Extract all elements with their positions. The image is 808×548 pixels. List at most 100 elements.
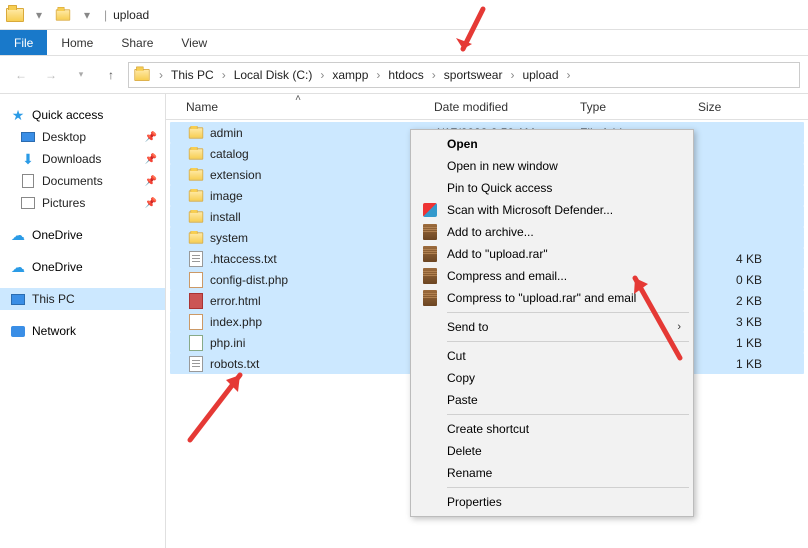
address-bar[interactable]: › This PC › Local Disk (C:) › xampp › ht…: [128, 62, 800, 88]
txt-file-icon: [186, 251, 206, 267]
column-headers: Name˄ Date modified Type Size: [166, 94, 808, 120]
php-file-icon: [186, 314, 206, 330]
chevron-right-icon[interactable]: ›: [374, 68, 382, 82]
file-size: 1 KB: [690, 357, 770, 371]
annotation-arrow: [180, 360, 260, 450]
ctx-open-new-window[interactable]: Open in new window: [413, 155, 691, 177]
crumb-local-disk[interactable]: Local Disk (C:): [230, 68, 317, 82]
nav-pictures[interactable]: Pictures 📌: [0, 192, 165, 214]
chevron-right-icon[interactable]: ›: [318, 68, 326, 82]
folder-icon: [186, 147, 206, 161]
ribbon-tab-home[interactable]: Home: [47, 30, 107, 55]
nav-label: Network: [32, 324, 76, 338]
chevron-right-icon[interactable]: ›: [508, 68, 516, 82]
ribbon-tab-view[interactable]: View: [167, 30, 221, 55]
address-row: ← → ▾ ↑ › This PC › Local Disk (C:) › xa…: [0, 56, 808, 94]
nav-documents[interactable]: Documents 📌: [0, 170, 165, 192]
pin-icon: 📌: [145, 176, 157, 187]
nav-up-button[interactable]: ↑: [98, 62, 124, 88]
crumb-htdocs[interactable]: htdocs: [384, 68, 427, 82]
qat-dropdown[interactable]: ▾: [28, 4, 50, 26]
pin-icon: 📌: [145, 132, 157, 143]
file-name: catalog: [210, 147, 249, 161]
nav-label: OneDrive: [32, 260, 83, 274]
folder-icon: [186, 210, 206, 224]
desktop-icon: [20, 129, 36, 145]
title-separator: |: [104, 8, 107, 22]
crumb-this-pc[interactable]: This PC: [167, 68, 218, 82]
crumb-upload[interactable]: upload: [518, 68, 562, 82]
nav-network[interactable]: Network: [0, 320, 165, 342]
winrar-icon: [421, 289, 439, 307]
pin-icon: 📌: [145, 198, 157, 209]
ctx-separator: [447, 487, 689, 488]
ribbon-tab-file[interactable]: File: [0, 30, 47, 55]
ctx-pin-quick-access[interactable]: Pin to Quick access: [413, 177, 691, 199]
nav-label: Quick access: [32, 108, 103, 122]
chevron-right-icon[interactable]: ›: [157, 68, 165, 82]
folder-icon: [186, 126, 206, 140]
nav-quick-access[interactable]: ★ Quick access: [0, 104, 165, 126]
file-name: image: [210, 189, 243, 203]
pin-icon: 📌: [145, 154, 157, 165]
folder-icon: [186, 168, 206, 182]
quick-access-toolbar: ▾ ▾: [4, 4, 98, 26]
file-size: 2 KB: [690, 294, 770, 308]
folder-icon: [4, 4, 26, 26]
column-date[interactable]: Date modified: [426, 94, 572, 119]
chevron-right-icon[interactable]: ›: [430, 68, 438, 82]
crumb-sportswear[interactable]: sportswear: [440, 68, 507, 82]
ctx-paste[interactable]: Paste: [413, 389, 691, 411]
column-type[interactable]: Type: [572, 94, 690, 119]
qat-overflow[interactable]: ▾: [76, 4, 98, 26]
title-bar: ▾ ▾ | upload: [0, 0, 808, 30]
ribbon: File Home Share View: [0, 30, 808, 56]
ctx-create-shortcut[interactable]: Create shortcut: [413, 418, 691, 440]
ini-file-icon: [186, 335, 206, 351]
chevron-right-icon[interactable]: ›: [220, 68, 228, 82]
ctx-copy[interactable]: Copy: [413, 367, 691, 389]
star-icon: ★: [10, 107, 26, 123]
nav-history-dropdown[interactable]: ▾: [68, 62, 94, 88]
php-file-icon: [186, 272, 206, 288]
ctx-delete[interactable]: Delete: [413, 440, 691, 462]
ctx-rename[interactable]: Rename: [413, 462, 691, 484]
nav-onedrive-2[interactable]: ☁ OneDrive: [0, 256, 165, 278]
ctx-add-archive[interactable]: Add to archive...: [413, 221, 691, 243]
ribbon-tab-share[interactable]: Share: [107, 30, 167, 55]
folder-icon-small: [52, 4, 74, 26]
cloud-icon: ☁: [10, 259, 26, 275]
ctx-properties[interactable]: Properties: [413, 491, 691, 513]
column-size[interactable]: Size: [690, 94, 770, 119]
nav-desktop[interactable]: Desktop 📌: [0, 126, 165, 148]
file-name: php.ini: [210, 336, 245, 350]
window-title: upload: [113, 8, 149, 22]
file-size: 1 KB: [690, 336, 770, 350]
crumb-xampp[interactable]: xampp: [328, 68, 372, 82]
file-size: 3 KB: [690, 315, 770, 329]
column-name[interactable]: Name˄: [178, 94, 426, 119]
annotation-arrow: [448, 4, 498, 64]
ctx-open[interactable]: Open: [413, 133, 691, 155]
sort-indicator-icon: ˄: [295, 93, 301, 104]
nav-label: OneDrive: [32, 228, 83, 242]
download-icon: ⬇: [20, 151, 36, 167]
file-name: admin: [210, 126, 243, 140]
nav-downloads[interactable]: ⬇ Downloads 📌: [0, 148, 165, 170]
document-icon: [20, 173, 36, 189]
folder-icon: [186, 189, 206, 203]
file-name: index.php: [210, 315, 262, 329]
nav-forward-button[interactable]: →: [38, 62, 64, 88]
chevron-right-icon[interactable]: ›: [565, 68, 573, 82]
file-name: install: [210, 210, 241, 224]
navigation-pane: ★ Quick access Desktop 📌 ⬇ Downloads 📌 D…: [0, 94, 166, 548]
winrar-icon: [421, 267, 439, 285]
nav-this-pc[interactable]: This PC: [0, 288, 165, 310]
nav-onedrive-1[interactable]: ☁ OneDrive: [0, 224, 165, 246]
nav-label: Documents: [42, 174, 103, 188]
nav-back-button[interactable]: ←: [8, 62, 34, 88]
ctx-scan-defender[interactable]: Scan with Microsoft Defender...: [413, 199, 691, 221]
file-size: 0 KB: [690, 273, 770, 287]
pc-icon: [10, 291, 26, 307]
cloud-icon: ☁: [10, 227, 26, 243]
